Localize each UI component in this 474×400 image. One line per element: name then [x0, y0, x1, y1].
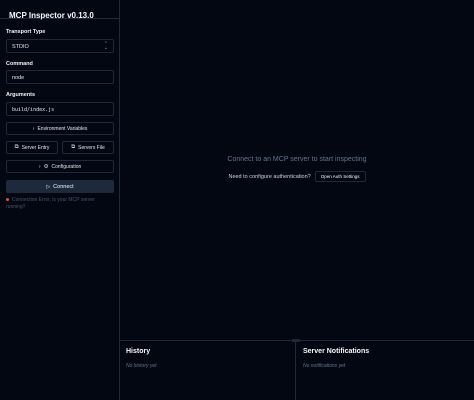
sidebar: MCP Inspector v0.13.0 Transport Type STD…: [0, 0, 120, 400]
auth-row: Need to configure authentication? Open A…: [120, 171, 474, 182]
connect-hint: Connect to an MCP server to start inspec…: [227, 156, 367, 163]
connection-error: Connection Error, is your MCP server run…: [6, 197, 114, 211]
configuration-label: Configuration: [51, 163, 82, 170]
transport-type-value: STDIO: [12, 44, 29, 50]
arguments-input[interactable]: build/index.js: [6, 102, 114, 116]
arguments-label: Arguments: [6, 92, 36, 98]
copy-icon: ⧉: [14, 144, 19, 150]
command-value: node: [12, 75, 25, 81]
command-label: Command: [6, 61, 33, 67]
connect-label: Connect: [53, 183, 74, 190]
chevron-right-icon: ›: [32, 125, 35, 132]
server-notifications-title: Server Notifications: [303, 348, 370, 355]
bottom-panels: History No history yet Server Notificati…: [120, 339, 474, 400]
chevron-up-down-icon: ⌃ ⌄: [103, 41, 108, 51]
app-title: MCP Inspector v0.13.0: [9, 11, 94, 20]
history-title: History: [126, 348, 151, 355]
chevron-right-icon: ›: [38, 163, 41, 170]
status-dot-icon: [6, 198, 9, 202]
servers-file-button[interactable]: ⧉ Servers File: [62, 141, 114, 154]
server-entry-button[interactable]: ⧉ Server Entry: [6, 141, 58, 154]
auth-question: Need to configure authentication?: [228, 173, 311, 180]
server-notifications-panel: Server Notifications No notifications ye…: [297, 341, 474, 400]
command-input[interactable]: node: [6, 70, 114, 84]
sidebar-header: MCP Inspector v0.13.0: [0, 0, 119, 20]
history-panel: History No history yet: [120, 341, 296, 400]
servers-file-label: Servers File: [78, 144, 105, 151]
server-notifications-empty-text: No notifications yet: [303, 363, 346, 369]
server-entry-label: Server Entry: [21, 144, 50, 151]
environment-variables-button[interactable]: › Environment Variables: [6, 122, 114, 135]
gear-icon: ⚙: [43, 163, 49, 170]
connect-button[interactable]: ▷ Connect: [6, 180, 114, 193]
open-auth-settings-button[interactable]: Open Auth Settings: [314, 171, 366, 182]
transport-type-select[interactable]: STDIO ⌃ ⌄: [6, 39, 114, 53]
main-area: Connect to an MCP server to start inspec…: [120, 0, 474, 400]
play-icon: ▷: [46, 183, 51, 190]
arguments-value: build/index.js: [12, 107, 55, 113]
environment-variables-label: Environment Variables: [37, 125, 88, 132]
copy-icon: ⧉: [71, 144, 76, 150]
connection-error-text: Connection Error, is your MCP server run…: [6, 197, 95, 210]
configuration-button[interactable]: › ⚙ Configuration: [6, 160, 114, 173]
transport-type-label: Transport Type: [6, 29, 46, 35]
history-empty-text: No history yet: [126, 363, 157, 369]
